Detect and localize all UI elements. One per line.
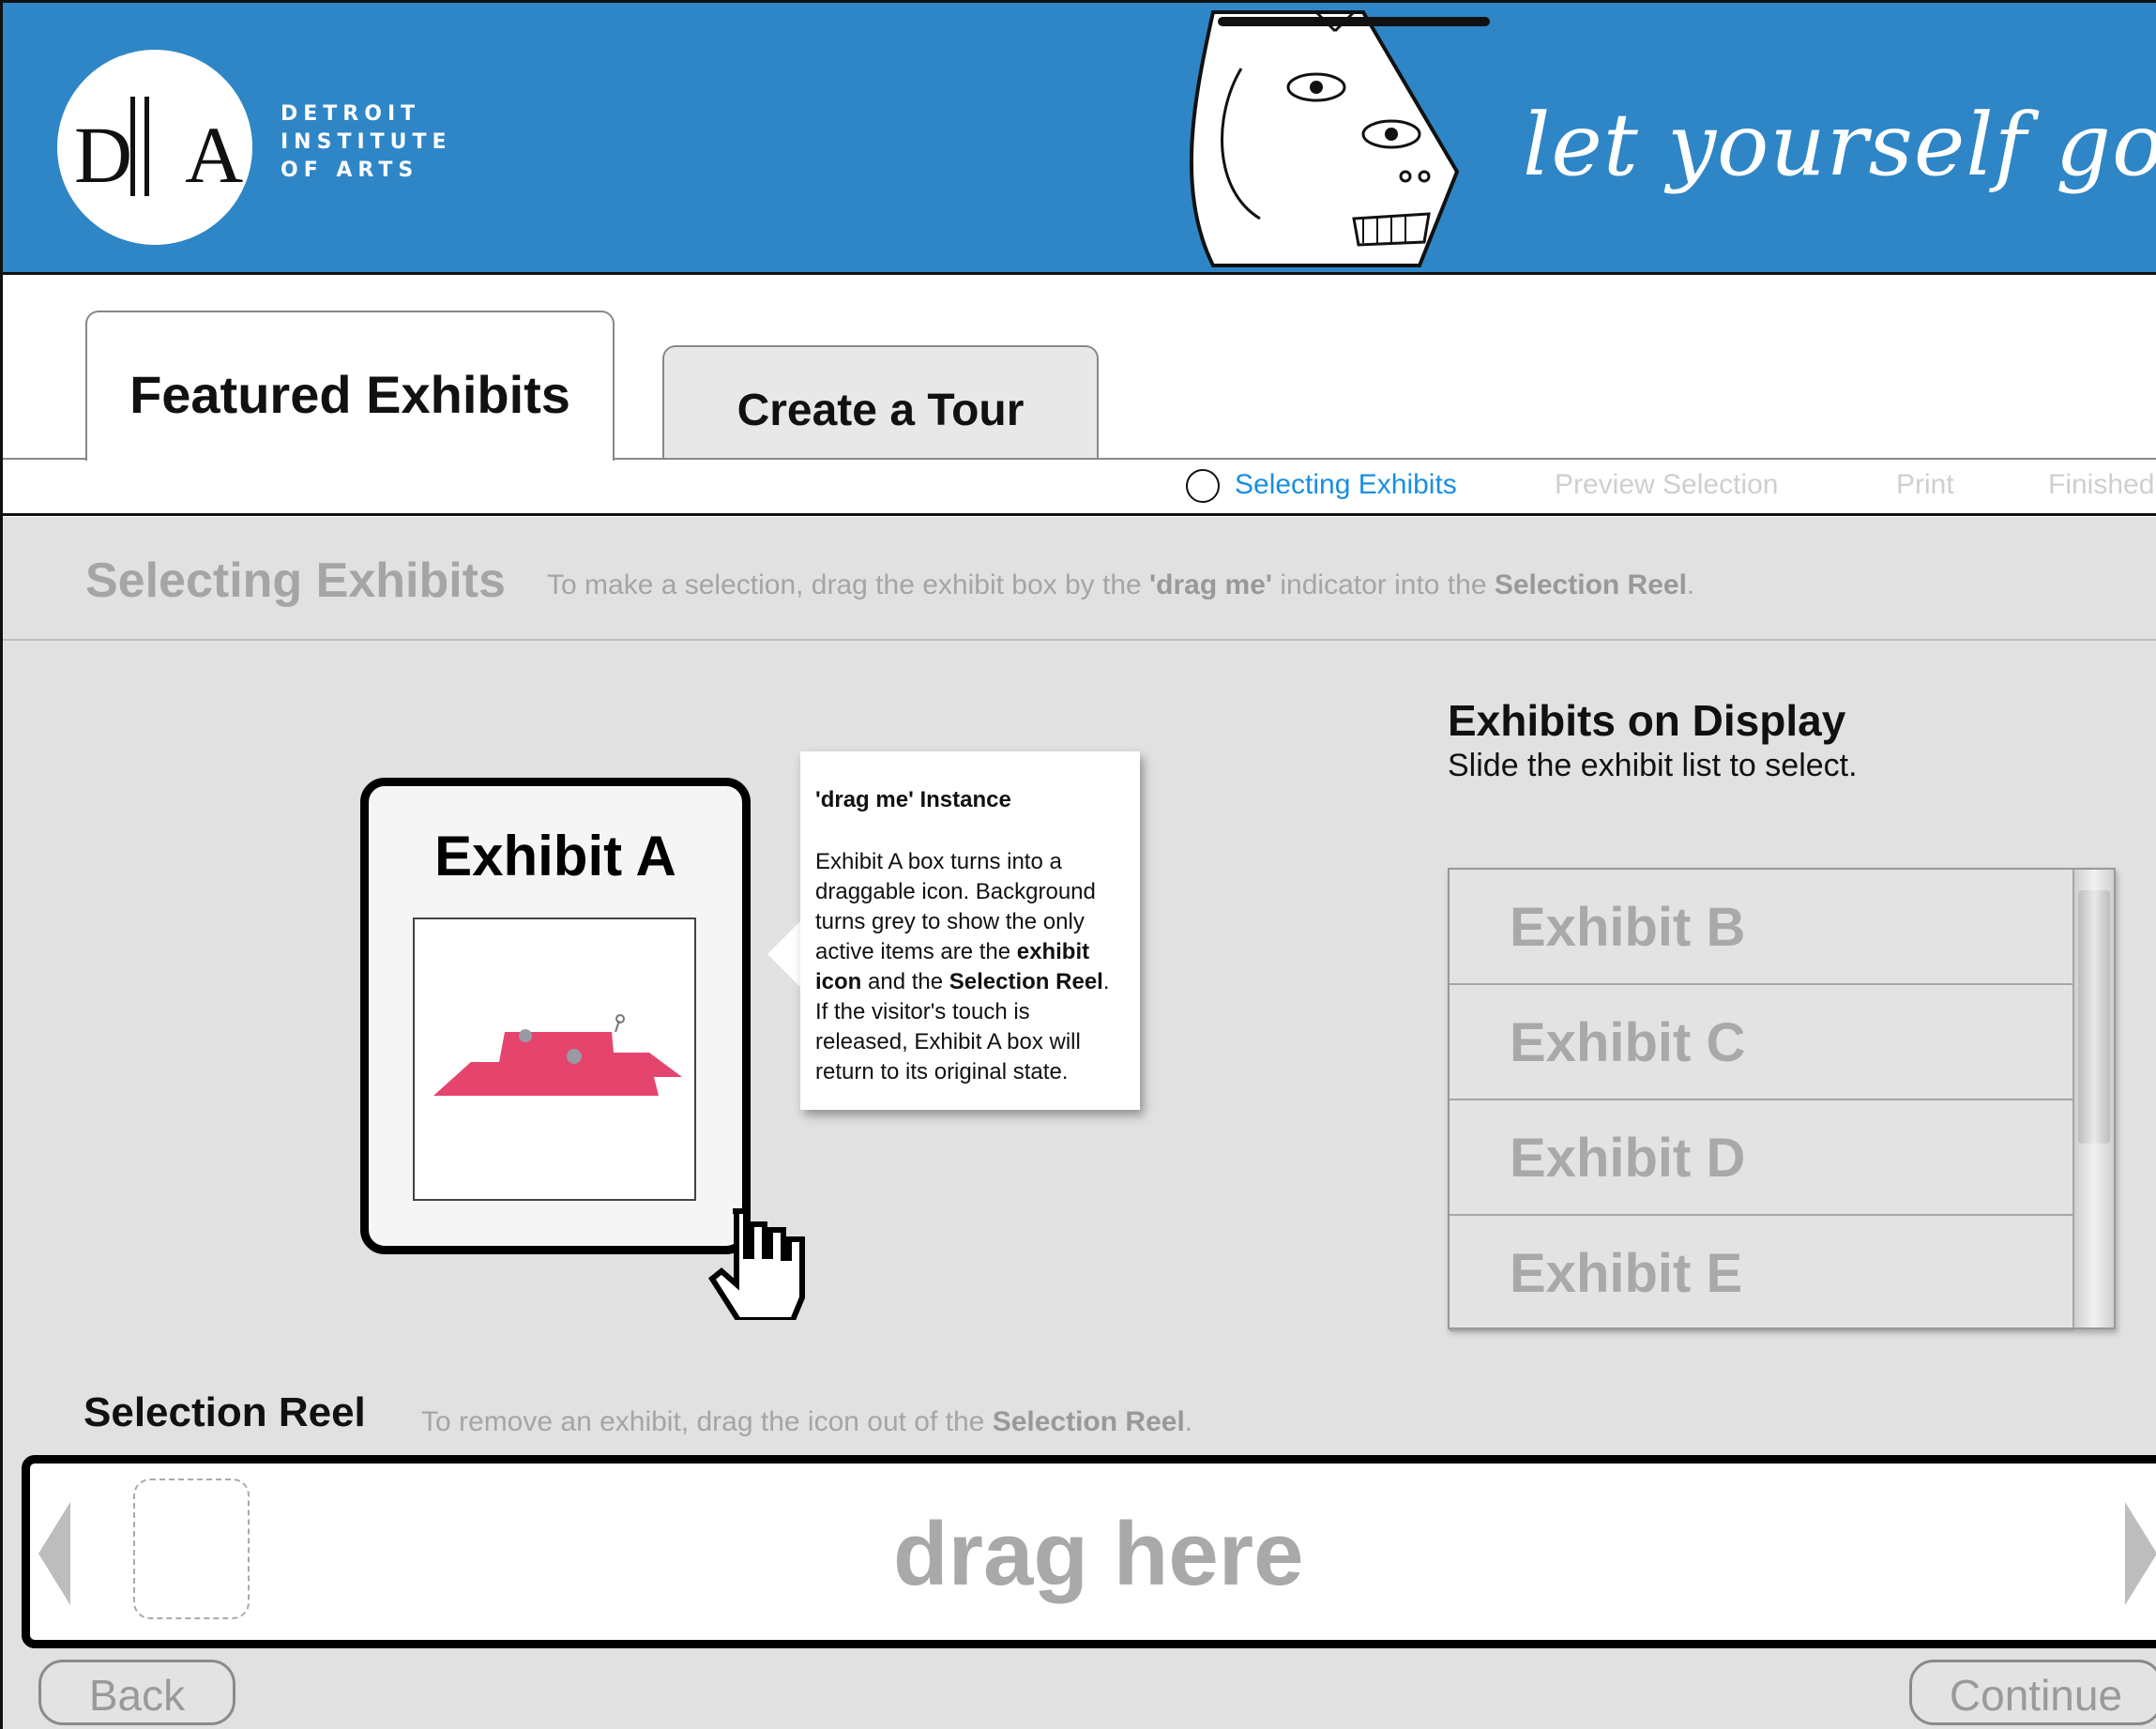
reel-instr-pre: To remove an exhibit, drag the icon out … <box>421 1406 993 1437</box>
annotation-callout: 'drag me' Instance Exhibit A box turns i… <box>800 751 1140 1110</box>
instruction-bar: Selecting Exhibits To make a selection, … <box>3 517 2156 641</box>
logo-wordmark: DETROIT INSTITUTE OF ARTS <box>281 100 452 185</box>
tab-create-a-tour[interactable]: Create a Tour <box>662 345 1099 458</box>
exhibit-list-scrollbar[interactable] <box>2072 870 2114 1327</box>
instr-text-post: . <box>1686 569 1695 600</box>
instr-text-pre: To make a selection, drag the exhibit bo… <box>547 569 1150 600</box>
instr-text-bold-2: Selection Reel <box>1494 569 1687 600</box>
callout-title: 'drag me' Instance <box>815 787 1011 812</box>
header-banner: DA DETROIT INSTITUTE OF ARTS let yoursel… <box>3 3 2156 275</box>
logo-letter-a: A <box>185 110 246 200</box>
reel-instr-bold: Selection Reel <box>992 1406 1185 1437</box>
exhibit-list[interactable]: Exhibit B Exhibit C Exhibit D Exhibit E <box>1448 868 2116 1331</box>
exhibits-on-display-subtitle: Slide the exhibit list to select. <box>1448 748 1858 783</box>
step-print: Print <box>1896 469 1954 500</box>
exhibit-card-title: Exhibit A <box>434 825 676 887</box>
scrollbar-thumb[interactable] <box>2078 890 2110 1144</box>
reel-instr-post: . <box>1184 1406 1193 1437</box>
logo-column-icon <box>130 97 149 196</box>
selection-reel-title: Selection Reel <box>84 1389 366 1435</box>
logo-line-1: DETROIT <box>281 102 421 126</box>
selection-reel-instructions: To remove an exhibit, drag the icon out … <box>421 1406 1192 1438</box>
tab-featured-exhibits[interactable]: Featured Exhibits <box>85 311 615 461</box>
list-item-exhibit-b[interactable]: Exhibit B <box>1450 870 2074 985</box>
reel-placeholder-text: drag here <box>893 1504 1304 1604</box>
step-finished: Finished <box>2048 469 2155 500</box>
list-item-exhibit-c[interactable]: Exhibit C <box>1450 985 2074 1100</box>
exhibit-artwork-image <box>413 918 696 1201</box>
continue-button[interactable]: Continue <box>1909 1660 2156 1725</box>
callout-bold-2: Selection Reel <box>949 969 1103 994</box>
callout-text-2: and the <box>861 969 949 994</box>
exhibit-a-drag-card[interactable]: Exhibit A <box>360 778 751 1254</box>
step-selecting-exhibits: Selecting Exhibits <box>1235 469 1457 500</box>
callout-pointer <box>767 920 801 988</box>
mascot-illustration <box>1189 10 1490 267</box>
reel-empty-slot[interactable] <box>133 1479 250 1619</box>
main-content: Selecting Exhibits To make a selection, … <box>3 517 2156 1729</box>
logo-letter-d: D <box>74 110 135 200</box>
exhibits-on-display-title: Exhibits on Display <box>1448 696 1846 745</box>
selection-reel-dropzone[interactable]: drag here <box>22 1455 2156 1648</box>
logo-mark: DA <box>74 108 245 202</box>
app-window: DA DETROIT INSTITUTE OF ARTS let yoursel… <box>0 0 2156 1729</box>
list-item-exhibit-d[interactable]: Exhibit D <box>1450 1100 2074 1216</box>
chevron-left-icon[interactable] <box>38 1502 70 1605</box>
instr-text-bold-1: 'drag me' <box>1149 569 1273 600</box>
tagline: let yourself go <box>1523 95 2156 195</box>
logo-line-2: INSTITUTE <box>281 130 452 154</box>
chevron-right-icon[interactable] <box>2125 1502 2156 1605</box>
progress-steps: Selecting Exhibits Preview Selection Pri… <box>3 460 2156 516</box>
step-preview-selection: Preview Selection <box>1555 469 1779 500</box>
list-item-exhibit-e[interactable]: Exhibit E <box>1450 1216 2074 1331</box>
section-title: Selecting Exhibits <box>85 554 506 608</box>
logo-line-3: OF ARTS <box>281 159 419 182</box>
back-button[interactable]: Back <box>38 1660 235 1725</box>
hand-cursor-icon <box>708 1208 805 1320</box>
instr-text-mid: indicator into the <box>1272 569 1495 600</box>
callout-body: Exhibit A box turns into a draggable ico… <box>815 847 1125 1087</box>
section-instructions: To make a selection, drag the exhibit bo… <box>547 569 1694 601</box>
artwork-graphic <box>433 1014 682 1096</box>
circle-step-icon <box>1186 469 1220 503</box>
